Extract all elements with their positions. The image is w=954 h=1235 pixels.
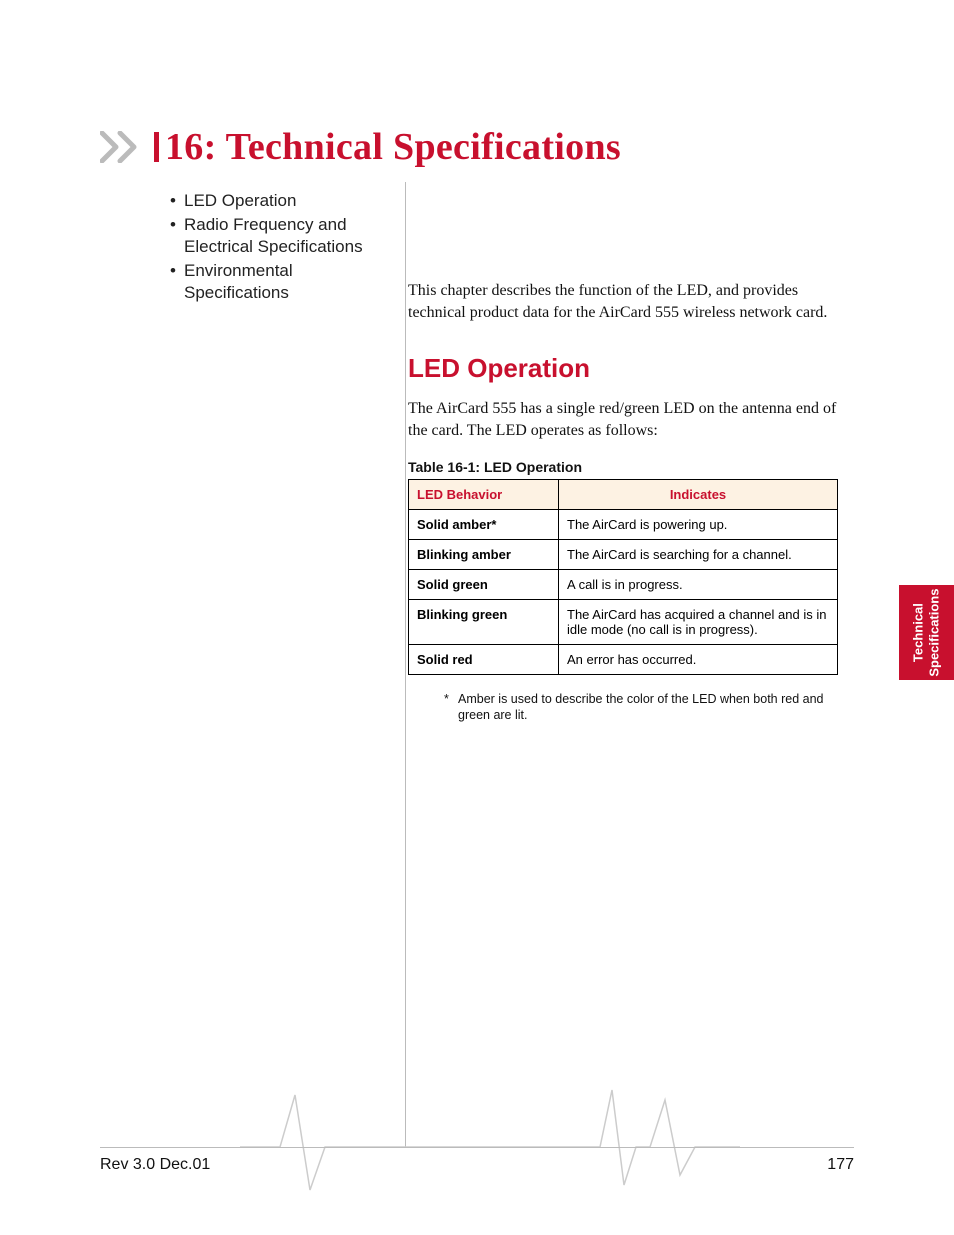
chapter-heading: 16: Technical Specifications	[100, 125, 621, 169]
table-row: Blinking amber The AirCard is searching …	[409, 539, 838, 569]
toc-item: LED Operation	[170, 190, 390, 212]
table-cell-indicates: The AirCard has acquired a channel and i…	[559, 599, 838, 644]
table-cell-behavior: Solid green	[409, 569, 559, 599]
table-cell-behavior: Blinking amber	[409, 539, 559, 569]
footer-page-number: 177	[827, 1156, 854, 1174]
footer-revision: Rev 3.0 Dec.01	[100, 1156, 210, 1174]
footer-separator	[100, 1147, 854, 1148]
table-caption: Table 16-1: LED Operation	[408, 459, 838, 475]
side-tab: Technical Specifications	[899, 585, 954, 680]
table-cell-behavior: Solid amber*	[409, 509, 559, 539]
page-footer: Rev 3.0 Dec.01 177	[100, 1156, 854, 1174]
led-operation-table: LED Behavior Indicates Solid amber* The …	[408, 479, 838, 675]
toc-label: Environmental Specifications	[184, 261, 293, 302]
table-cell-indicates: A call is in progress.	[559, 569, 838, 599]
toc-item: Environmental Specifications	[170, 260, 390, 304]
section-title-led-operation: LED Operation	[408, 353, 838, 384]
chapter-intro: This chapter describes the function of t…	[408, 280, 838, 325]
table-header: LED Behavior	[409, 479, 559, 509]
footnote-text: Amber is used to describe the color of t…	[458, 692, 824, 722]
toc-item: Radio Frequency and Electrical Specifica…	[170, 214, 390, 258]
table-cell-indicates: The AirCard is searching for a channel.	[559, 539, 838, 569]
table-row: Solid red An error has occurred.	[409, 644, 838, 674]
table-cell-indicates: An error has occurred.	[559, 644, 838, 674]
section-body: The AirCard 555 has a single red/green L…	[408, 398, 838, 443]
side-tab-line: Technical	[911, 603, 926, 662]
chapter-title: 16: Technical Specifications	[165, 125, 621, 169]
side-tab-line: Specifications	[927, 588, 942, 676]
toc-label: Radio Frequency and Electrical Specifica…	[184, 215, 363, 256]
table-cell-behavior: Blinking green	[409, 599, 559, 644]
table-row: Solid green A call is in progress.	[409, 569, 838, 599]
footnote-marker: *	[444, 691, 449, 707]
column-separator	[405, 182, 406, 1147]
table-row: Solid amber* The AirCard is powering up.	[409, 509, 838, 539]
table-cell-behavior: Solid red	[409, 644, 559, 674]
table-row: Blinking green The AirCard has acquired …	[409, 599, 838, 644]
table-footnote: * Amber is used to describe the color of…	[408, 691, 838, 724]
table-header: Indicates	[559, 479, 838, 509]
table-cell-indicates: The AirCard is powering up.	[559, 509, 838, 539]
chapter-toc: LED Operation Radio Frequency and Electr…	[170, 190, 390, 306]
toc-label: LED Operation	[184, 191, 296, 210]
double-chevron-icon	[100, 131, 150, 163]
heading-bar-icon	[154, 132, 159, 162]
waveform-decoration-icon	[240, 1075, 740, 1195]
